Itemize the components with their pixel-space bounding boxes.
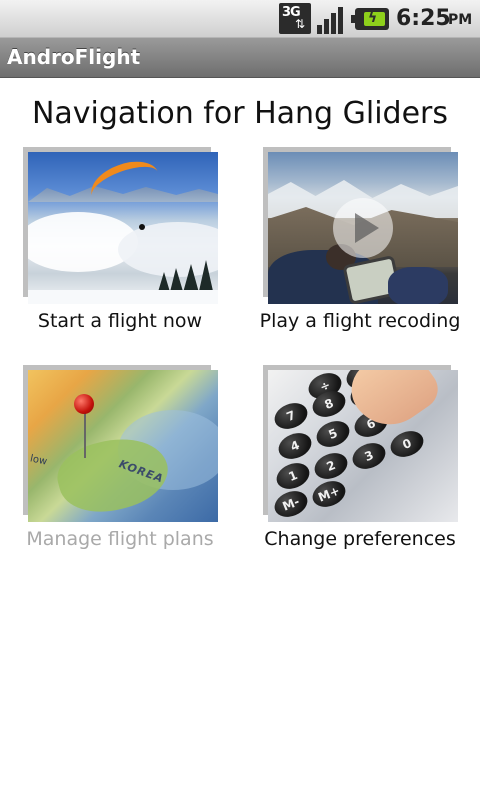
status-bar: 3G ⇅ ϟ 6:25 PM — [0, 0, 480, 38]
manage-flight-plans-button[interactable]: low KOREA Manage flight plans — [0, 370, 240, 570]
flight-playback-image — [268, 152, 458, 304]
calc-key: 7 — [270, 398, 312, 434]
map-text-partial: low — [29, 453, 49, 468]
app-title: AndroFlight — [7, 45, 141, 69]
battery-charging-icon: ϟ — [351, 8, 389, 30]
change-preferences-label: Change preferences — [264, 528, 456, 550]
change-preferences-button[interactable]: ÷ × 7 8 9 4 5 6 1 2 3 0 M- M+ Change pre… — [240, 370, 480, 570]
signal-icon — [317, 3, 349, 34]
status-time: 6:25 — [396, 6, 451, 31]
calculator-image: ÷ × 7 8 9 4 5 6 1 2 3 0 M- M+ — [268, 370, 458, 522]
calc-key: 0 — [386, 426, 428, 462]
page-heading: Navigation for Hang Gliders — [31, 96, 449, 131]
map-pin-image: low KOREA — [28, 370, 218, 522]
paraglider-wing-icon — [85, 153, 165, 215]
calc-key: 1 — [272, 458, 314, 494]
play-icon — [333, 198, 393, 258]
start-flight-label: Start a flight now — [37, 310, 203, 332]
network-3g-icon: 3G ⇅ — [279, 3, 311, 34]
play-flight-label: Play a flight recoding — [259, 310, 461, 332]
calc-key: 4 — [274, 428, 316, 464]
manage-flight-plans-label: Manage flight plans — [26, 528, 214, 550]
calc-key: 3 — [348, 438, 390, 474]
calc-key: M+ — [308, 476, 350, 512]
data-transfer-arrows-icon: ⇅ — [295, 17, 306, 31]
calc-key: 5 — [312, 416, 354, 452]
app-title-bar: AndroFlight — [0, 38, 480, 78]
calc-key: 2 — [310, 448, 352, 484]
status-ampm: PM — [448, 12, 473, 28]
play-flight-recording-button[interactable]: Play a flight recoding — [240, 152, 480, 352]
start-flight-button[interactable]: Start a flight now — [0, 152, 240, 352]
paraglider-image — [28, 152, 218, 304]
map-pin-icon — [74, 394, 94, 414]
calc-key: M- — [270, 486, 312, 522]
